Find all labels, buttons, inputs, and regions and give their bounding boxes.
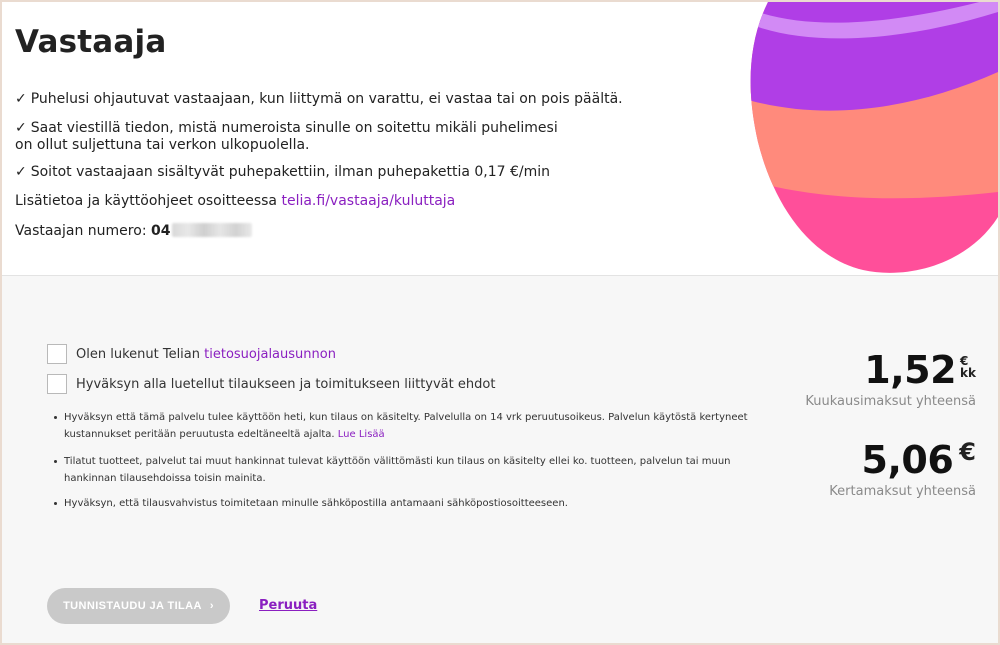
cancel-link[interactable]: Peruuta [259, 598, 317, 613]
one-time-price-label: Kertamaksut yhteensä [829, 484, 976, 499]
terms-consent-checkbox[interactable] [47, 374, 67, 394]
privacy-consent-checkbox[interactable] [47, 344, 67, 364]
monthly-price-unit: € kk [960, 355, 976, 379]
privacy-consent-row: Olen lukenut Telian tietosuojalausunnon [47, 344, 336, 364]
redacted-number [172, 223, 253, 237]
more-info-link[interactable]: telia.fi/vastaaja/kuluttaja [281, 193, 455, 209]
check-icon: ✓ [15, 91, 27, 107]
check-icon: ✓ [15, 164, 27, 180]
privacy-statement-link[interactable]: tietosuojalausunnon [204, 347, 336, 362]
check-icon: ✓ [15, 120, 27, 136]
voicemail-number-value: 04 [150, 223, 171, 239]
benefit-text: Saat viestillä tiedon, mistä numeroista … [15, 120, 558, 153]
voicemail-number-row: Vastaajan numero: 04 [15, 223, 253, 239]
monthly-price-block: 1,52 € kk Kuukausimaksut yhteensä [805, 348, 976, 409]
one-time-price-amount: 5,06 [861, 438, 954, 482]
terms-text: Hyväksyn että tämä palvelu tulee käyttöö… [64, 412, 748, 440]
bullet-icon [54, 460, 57, 463]
benefit-item: ✓ Puhelusi ohjautuvat vastaajaan, kun lii… [15, 91, 623, 108]
authenticate-and-order-button[interactable]: TUNNISTAUDU JA TILAA › [47, 588, 230, 624]
benefit-item: ✓ Saat viestillä tiedon, mistä numeroista… [15, 120, 575, 154]
privacy-consent-text: Olen lukenut Telian [76, 346, 200, 362]
one-time-price-currency: € [959, 438, 976, 466]
one-time-price-block: 5,06 € Kertamaksut yhteensä [829, 438, 976, 499]
more-info-row: Lisätietoa ja käyttöohjeet osoitteessa t… [15, 193, 455, 209]
terms-list-item: Hyväksyn, että tilausvahvistus toimiteta… [54, 495, 784, 512]
benefit-item: ✓ Soitot vastaajaan sisältyvät puhepakett… [15, 164, 550, 181]
monthly-price-period: kk [960, 366, 976, 380]
bullet-icon [54, 502, 57, 505]
monthly-price-amount: 1,52 [864, 348, 957, 392]
terms-text: Tilatut tuotteet, palvelut tai muut hank… [64, 456, 731, 484]
terms-list-item: Hyväksyn että tämä palvelu tulee käyttöö… [54, 409, 784, 443]
voicemail-number-label: Vastaajan numero: [15, 223, 147, 239]
terms-consent-label: Hyväksyn alla luetellut tilaukseen ja to… [76, 376, 496, 392]
page-title: Vastaaja [15, 24, 167, 60]
privacy-consent-label: Olen lukenut Telian tietosuojalausunnon [76, 347, 336, 362]
terms-list-item: Tilatut tuotteet, palvelut tai muut hank… [54, 453, 784, 487]
benefit-text: Soitot vastaajaan sisältyvät puhepaketti… [30, 164, 551, 180]
page-frame: Vastaaja ✓ Puhelusi ohjautuvat vastaajaan… [0, 0, 1000, 645]
terms-consent-row: Hyväksyn alla luetellut tilaukseen ja to… [47, 374, 495, 394]
read-more-link[interactable]: Lue Lisää [338, 429, 385, 440]
monthly-price-label: Kuukausimaksut yhteensä [805, 394, 976, 409]
chevron-right-icon: › [209, 600, 214, 612]
service-header-section: Vastaaja ✓ Puhelusi ohjautuvat vastaajaan… [2, 2, 998, 276]
telia-decorative-blob [750, 2, 998, 273]
terms-text: Hyväksyn, että tilausvahvistus toimiteta… [64, 498, 568, 509]
submit-button-label: TUNNISTAUDU JA TILAA [63, 600, 202, 612]
order-section: Olen lukenut Telian tietosuojalausunnon … [2, 276, 998, 643]
bullet-icon [54, 416, 57, 419]
more-info-text: Lisätietoa ja käyttöohjeet osoitteessa [15, 193, 278, 209]
benefit-text: Puhelusi ohjautuvat vastaajaan, kun liit… [30, 91, 623, 107]
